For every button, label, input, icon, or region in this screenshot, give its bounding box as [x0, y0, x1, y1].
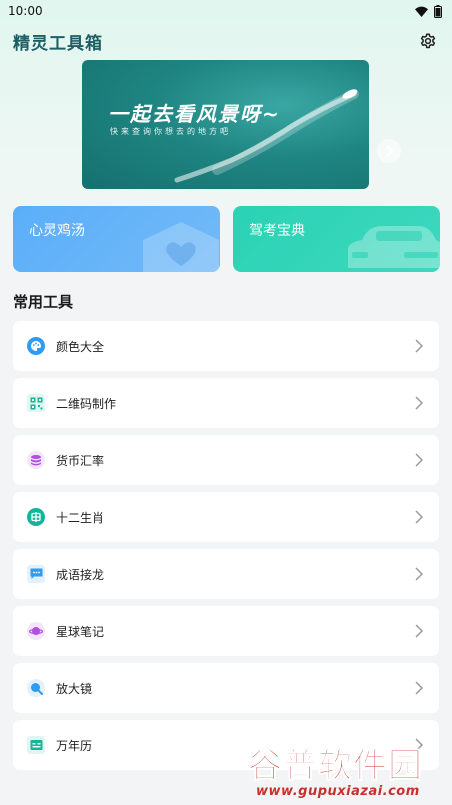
- tool-item-magnifier[interactable]: 放大镜: [13, 663, 439, 713]
- tool-item-idiom-chain[interactable]: 成语接龙: [13, 549, 439, 599]
- tool-item-currency[interactable]: 货币汇率: [13, 435, 439, 485]
- gear-icon: [420, 33, 436, 49]
- chevron-right-icon: [415, 339, 425, 353]
- tool-label: 货币汇率: [56, 453, 105, 468]
- battery-icon: [434, 4, 442, 18]
- tool-item-planet-notes[interactable]: 星球笔记: [13, 606, 439, 656]
- tool-item-colors[interactable]: 颜色大全: [13, 321, 439, 371]
- tool-list: 颜色大全 二维码制作 货币汇率 十二生肖 成语接龙 星球笔记 放大镜 万年历: [13, 321, 439, 777]
- coins-icon: [27, 451, 45, 469]
- car-icon: [348, 226, 440, 268]
- zodiac-icon: [27, 508, 45, 526]
- chevron-right-icon: [415, 453, 425, 467]
- chevron-right-icon: [415, 681, 425, 695]
- planet-icon: [27, 622, 45, 640]
- status-icons: [415, 4, 442, 18]
- tool-label: 二维码制作: [56, 396, 117, 411]
- tool-label: 颜色大全: [56, 339, 105, 354]
- watermark-brand: 谷普软件园: [248, 746, 423, 787]
- magnifier-icon: [27, 679, 45, 697]
- wifi-icon: [415, 6, 428, 17]
- tool-item-qr-code[interactable]: 二维码制作: [13, 378, 439, 428]
- chevron-right-icon: [415, 510, 425, 524]
- tool-item-zodiac[interactable]: 十二生肖: [13, 492, 439, 542]
- house-heart-icon: [143, 222, 219, 272]
- banner-carousel[interactable]: 一起去看风景呀~ 快来查询你想去的地方吧: [82, 60, 369, 189]
- tool-label: 成语接龙: [56, 567, 105, 582]
- feature-card-driving-test[interactable]: 驾考宝典: [233, 206, 440, 272]
- palette-icon: [27, 337, 45, 355]
- tool-label: 十二生肖: [56, 510, 105, 525]
- banner-next-button[interactable]: [377, 139, 401, 163]
- settings-button[interactable]: [416, 29, 440, 53]
- chevron-right-icon: [386, 145, 394, 157]
- app-bar: 精灵工具箱: [0, 24, 452, 58]
- banner-headline: 一起去看风景呀~: [108, 102, 281, 126]
- chevron-right-icon: [415, 567, 425, 581]
- calendar-icon: [27, 736, 45, 754]
- status-time: 10:00: [8, 4, 43, 18]
- tool-label: 放大镜: [56, 681, 93, 696]
- chevron-right-icon: [415, 396, 425, 410]
- qr-code-icon: [27, 394, 45, 412]
- watermark: 谷普软件园 www.gupuxiazai.com: [248, 738, 452, 805]
- watermark-url: www.gupuxiazai.com: [256, 784, 420, 799]
- tool-label: 星球笔记: [56, 624, 105, 639]
- banner-subtitle: 快来查询你想去的地方吧: [110, 127, 231, 136]
- feature-card-soul-soup[interactable]: 心灵鸡汤: [13, 206, 220, 272]
- status-bar: 10:00: [0, 0, 452, 22]
- feature-card-label: 驾考宝典: [249, 223, 305, 239]
- chevron-right-icon: [415, 624, 425, 638]
- feature-card-label: 心灵鸡汤: [29, 223, 85, 239]
- app-title: 精灵工具箱: [13, 33, 103, 54]
- chat-icon: [27, 565, 45, 583]
- section-title: 常用工具: [13, 293, 74, 311]
